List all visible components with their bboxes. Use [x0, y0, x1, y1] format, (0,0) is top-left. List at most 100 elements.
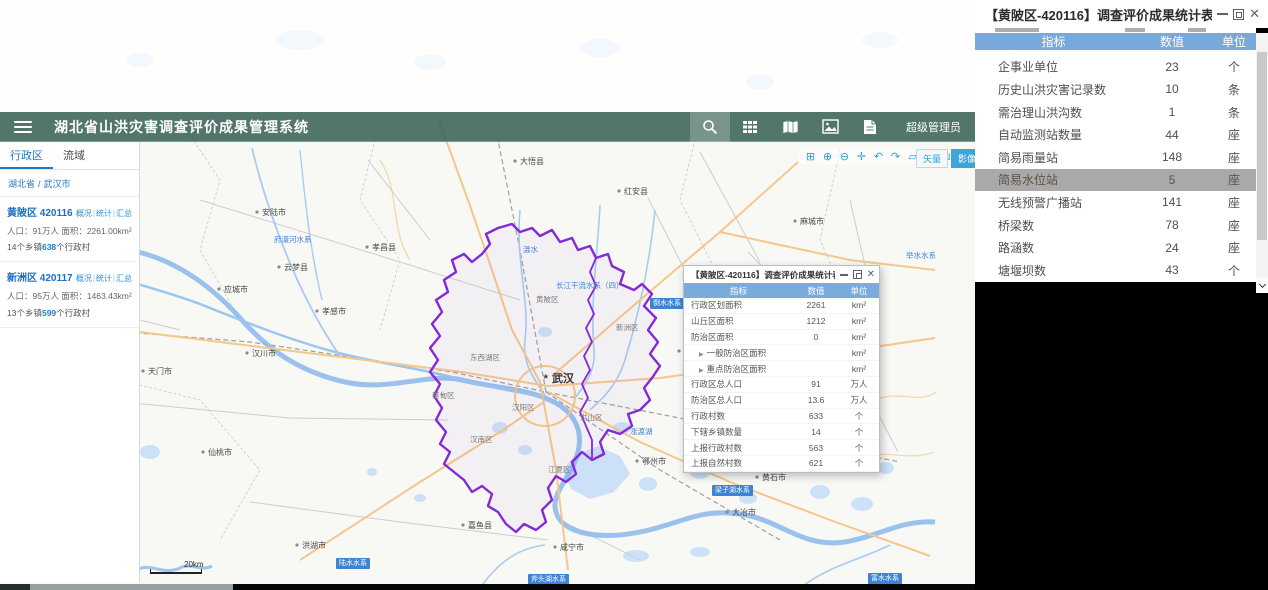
stats-panel-titlebar[interactable]: 【黄陂区-420116】调查评价成果统计表 ✕: [975, 0, 1268, 28]
search-button[interactable]: [690, 111, 730, 142]
close-icon[interactable]: ✕: [867, 269, 875, 280]
table-row[interactable]: 行政村数 633 个: [684, 409, 879, 425]
table-row[interactable]: 行政区总人口 91 万人: [684, 377, 879, 393]
row-unit: 座: [1227, 150, 1240, 165]
map-label: 新洲区: [616, 322, 639, 332]
district-link-汇总[interactable]: 汇总: [116, 209, 132, 218]
district-link-概况[interactable]: 概况: [76, 274, 92, 283]
table-row[interactable]: 桥梁数 78 座: [975, 213, 1256, 237]
table-button[interactable]: [730, 112, 770, 142]
district-name[interactable]: 新洲区 420117: [7, 269, 73, 284]
zoom-in-icon[interactable]: ⊕: [821, 150, 834, 163]
row-indicator: 简易雨量站: [998, 150, 1059, 165]
breadcrumb-city[interactable]: 武汉市: [44, 179, 71, 189]
row-unit: 个: [1227, 60, 1240, 75]
row-unit: 座: [1227, 195, 1240, 210]
table-row[interactable]: 上报自然村数 621 个: [684, 456, 879, 472]
table-row[interactable]: 无线预警广播站 141 座: [975, 191, 1256, 214]
table-row[interactable]: 简易水位站 5 座: [975, 168, 1256, 192]
table-row[interactable]: 防治区总人口 13.6 万人: [684, 393, 879, 409]
row-unit: 万人: [850, 379, 868, 390]
table-row[interactable]: 塘堰坝数 43 个: [975, 258, 1256, 282]
map-label: 天门市: [148, 366, 172, 376]
table-row[interactable]: 简易雨量站 148 座: [975, 145, 1256, 169]
next-view-icon[interactable]: ↷: [889, 150, 902, 163]
close-icon[interactable]: ✕: [1249, 7, 1260, 20]
water-label-chip: 富水水系: [868, 573, 902, 584]
expand-arrow-icon[interactable]: ▶: [699, 368, 704, 374]
breadcrumb-province[interactable]: 湖北省: [8, 179, 35, 189]
map-label: 汉川市: [252, 348, 276, 358]
table-row[interactable]: ▶ 一般防治区面积 km²: [684, 345, 879, 362]
row-unit: 座: [1227, 173, 1240, 188]
breadcrumb[interactable]: 湖北省 / 武汉市: [0, 170, 139, 197]
row-value: 2261: [806, 300, 826, 311]
menu-icon[interactable]: [14, 120, 32, 133]
table-row[interactable]: 上报行政村数 563 个: [684, 440, 879, 456]
map-button[interactable]: [770, 112, 810, 142]
strip-segment: [30, 584, 233, 590]
scrollbar-thumb[interactable]: [1257, 52, 1267, 240]
scroll-down-button[interactable]: [1256, 278, 1268, 293]
pan-icon[interactable]: ✛: [855, 150, 868, 163]
restore-icon[interactable]: [852, 270, 862, 279]
zoom-out-icon[interactable]: ⊖: [838, 150, 851, 163]
dialog-window-controls: ✕: [835, 269, 875, 280]
map-fade-overlay: [0, 0, 975, 112]
dialog-titlebar[interactable]: 【黄陂区-420116】调查评价成果统计表 ✕: [684, 266, 879, 283]
restore-icon[interactable]: [1233, 8, 1245, 20]
row-value: 5: [1168, 172, 1176, 187]
tab-流域[interactable]: 流域: [53, 142, 95, 169]
row-value: 10: [1165, 82, 1179, 97]
scrollbar[interactable]: [1256, 33, 1268, 293]
row-indicator: 防治区总人口: [691, 395, 743, 406]
district-link-统计[interactable]: 统计: [96, 274, 112, 283]
row-indicator: 历史山洪灾害记录数: [998, 82, 1107, 97]
minimize-icon[interactable]: [1217, 13, 1229, 15]
map-label: 长江干流水系（四）: [556, 280, 624, 290]
row-unit: km²: [851, 300, 867, 311]
previous-view-icon[interactable]: ↶: [872, 150, 885, 163]
row-indicator: 行政村数: [691, 410, 726, 421]
stats-table-body: 危险区数156个企事业单位23个历史山洪灾害记录数10条需治理山洪沟数1条自动监…: [975, 42, 1256, 282]
strip-segment: [0, 584, 30, 590]
district-sidebar: 行政区 流域 湖北省 / 武汉市 黄陂区 420116 概况|统计|汇总 人口：91万人 …: [0, 142, 140, 583]
report-button[interactable]: [850, 112, 890, 142]
district-link-汇总[interactable]: 汇总: [116, 274, 132, 283]
city-marker: [725, 510, 729, 514]
full-extent-icon[interactable]: ⊞: [804, 150, 817, 163]
table-row[interactable]: 路涵数 24 座: [975, 236, 1256, 259]
row-unit: 座: [1227, 128, 1240, 143]
basemap-vector-button[interactable]: 矢量: [916, 149, 949, 168]
expand-arrow-icon[interactable]: ▶: [699, 352, 704, 358]
district-name[interactable]: 黄陂区 420116: [7, 204, 73, 219]
map-label: 大悟县: [520, 156, 544, 166]
district-card: 黄陂区 420116 概况|统计|汇总 人口：91万人 面积：2261.00km² 1…: [0, 197, 139, 263]
district-link-统计[interactable]: 统计: [96, 209, 112, 218]
bottom-taskbar-strip: [0, 584, 975, 590]
city-marker: [553, 545, 557, 549]
map-label: 黄陂区: [536, 294, 559, 304]
col-indicator: 指标: [729, 285, 747, 296]
current-user-label[interactable]: 超级管理员: [906, 119, 961, 135]
table-row[interactable]: 防治区面积 0 km²: [684, 330, 879, 346]
col-unit: 单位: [850, 285, 868, 296]
table-row[interactable]: 企事业单位 23 个: [975, 55, 1256, 79]
map-label: 大冶市: [732, 507, 756, 517]
tab-行政区[interactable]: 行政区: [0, 142, 53, 169]
district-link-概况[interactable]: 概况: [76, 209, 92, 218]
table-row[interactable]: 自动监测站数量 44 座: [975, 123, 1256, 146]
row-value: 148: [1161, 150, 1183, 165]
row-unit: 个: [854, 426, 864, 437]
district-towns: 14个乡镇638个行政村: [7, 242, 91, 253]
row-value: 1: [1168, 105, 1176, 120]
table-row[interactable]: 下辖乡镇数量 14 个: [684, 424, 879, 441]
table-row[interactable]: 山丘区面积 1212 km²: [684, 314, 879, 330]
map-stats-dialog: 【黄陂区-420116】调查评价成果统计表 ✕ 指标 数值 单位 行政区划面积 2…: [683, 265, 880, 473]
table-row[interactable]: 历史山洪灾害记录数 10 条: [975, 78, 1256, 101]
table-row[interactable]: ▶ 重点防治区面积 km²: [684, 361, 879, 377]
table-row[interactable]: 需治理山洪沟数 1 条: [975, 100, 1256, 124]
table-row[interactable]: 行政区划面积 2261 km²: [684, 298, 879, 314]
image-button[interactable]: [810, 112, 850, 142]
minimize-icon[interactable]: [839, 273, 848, 276]
